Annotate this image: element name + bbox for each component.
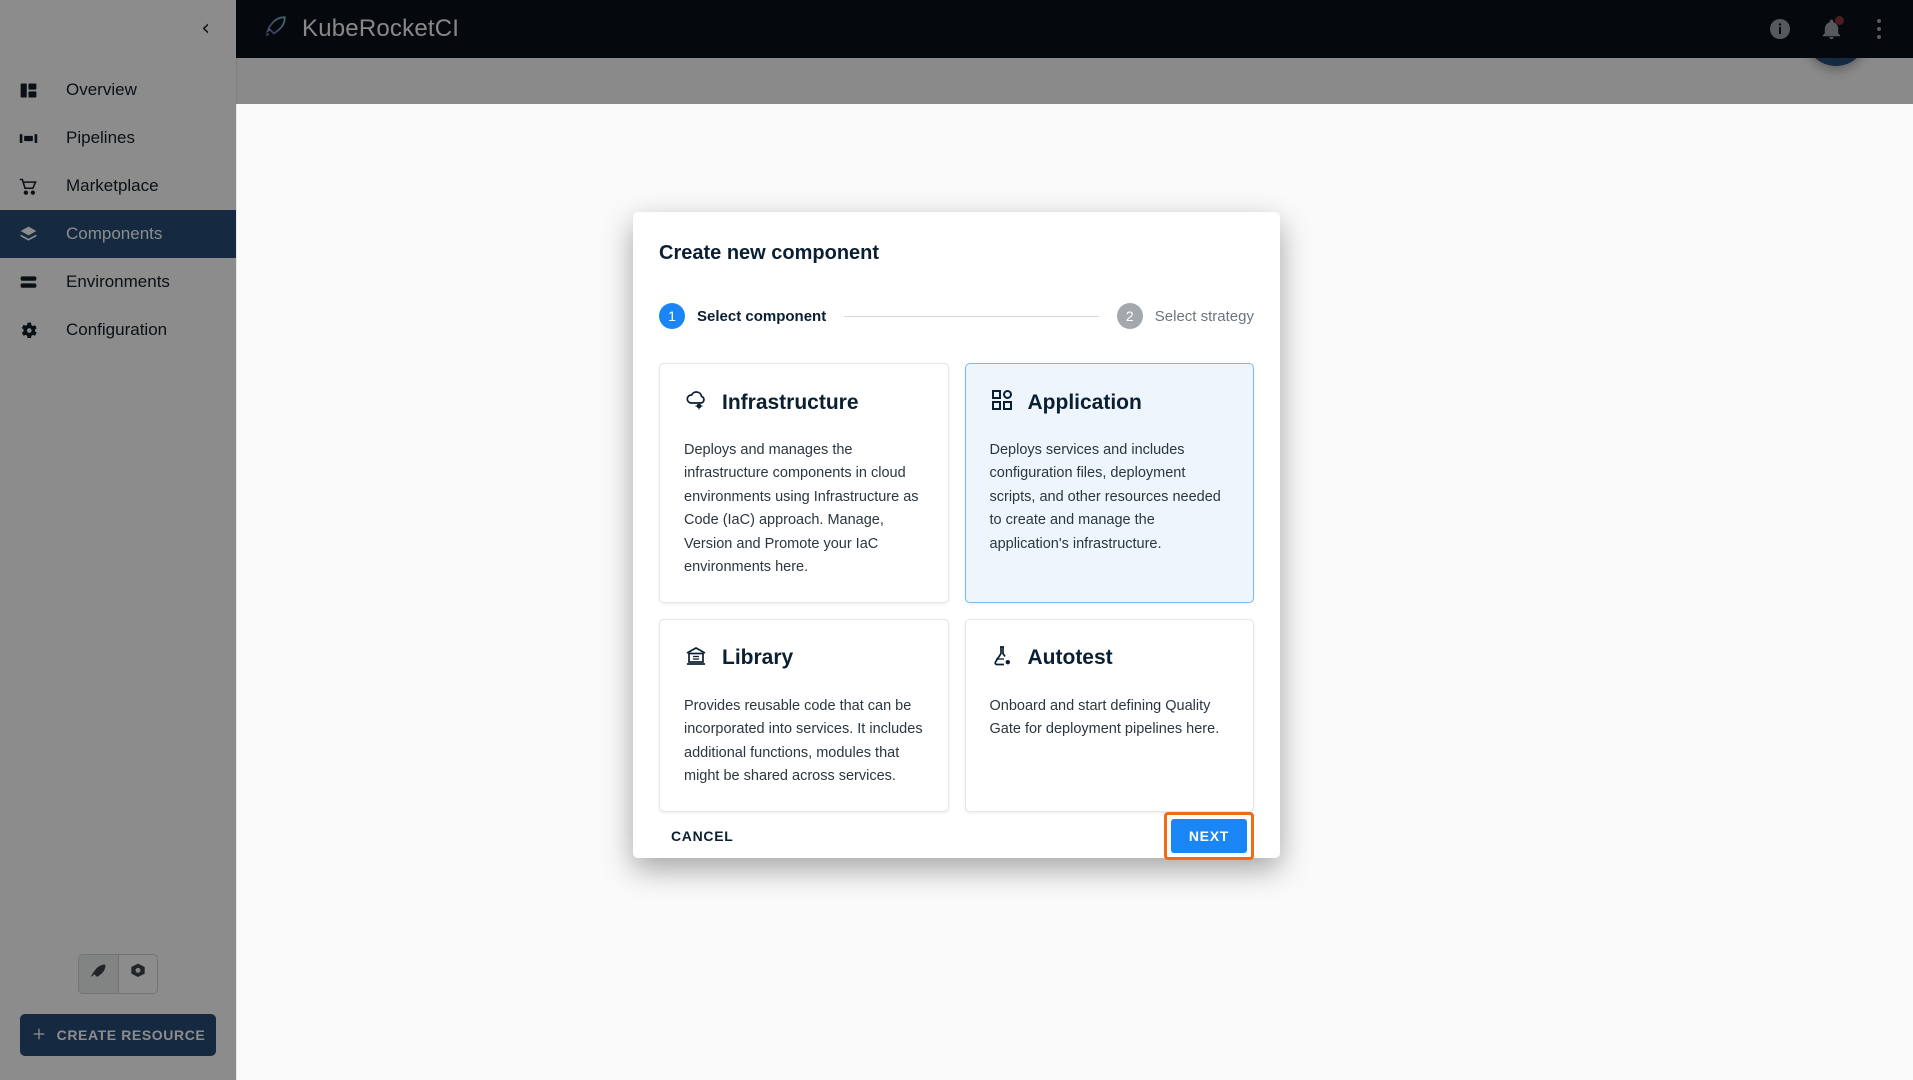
component-type-cards: Infrastructure Deploys and manages the i…	[659, 363, 1254, 812]
card-header: Application	[990, 388, 1230, 417]
card-library[interactable]: Library Provides reusable code that can …	[659, 618, 949, 812]
card-application[interactable]: Application Deploys services and include…	[964, 363, 1254, 603]
card-title: Infrastructure	[722, 390, 859, 414]
step-number: 1	[659, 303, 685, 329]
card-header: Infrastructure	[684, 388, 924, 417]
step-label: Select component	[697, 307, 827, 325]
cloud-cog-icon	[684, 388, 708, 417]
card-title: Autotest	[1027, 646, 1113, 670]
cancel-button[interactable]: CANCEL	[659, 818, 746, 854]
next-button[interactable]: NEXT	[1170, 818, 1247, 853]
step-select-strategy[interactable]: 2 Select strategy	[1116, 303, 1254, 329]
step-label: Select strategy	[1154, 307, 1254, 325]
card-description: Onboard and start defining Quality Gate …	[989, 697, 1220, 738]
modal-stepper: 1 Select component 2 Select strategy	[659, 303, 1254, 329]
card-title: Library	[722, 646, 794, 670]
bank-icon	[684, 644, 708, 673]
card-title: Application	[1027, 390, 1142, 414]
modal-footer: CANCEL NEXT	[659, 811, 1254, 864]
step-connector	[844, 315, 1099, 317]
step-select-component[interactable]: 1 Select component	[659, 303, 826, 329]
card-description: Deploys and manages the infrastructure c…	[684, 442, 919, 576]
app-root: KubeRocketCI ‹ Overview Pipelines Market…	[0, 0, 1913, 1080]
grid-squares-icon	[990, 388, 1014, 417]
modal-title: Create new component	[659, 242, 880, 264]
card-infrastructure[interactable]: Infrastructure Deploys and manages the i…	[659, 363, 949, 603]
next-button-highlight: NEXT	[1163, 811, 1254, 860]
card-autotest[interactable]: Autotest Onboard and start defining Qual…	[964, 618, 1254, 812]
card-header: Autotest	[990, 644, 1230, 673]
card-header: Library	[684, 644, 924, 673]
create-component-modal: Create new component 1 Select component …	[633, 212, 1280, 860]
card-description: Provides reusable code that can be incor…	[684, 697, 923, 785]
step-number: 2	[1116, 303, 1143, 329]
flask-cog-icon	[990, 644, 1014, 673]
card-description: Deploys services and includes configurat…	[989, 442, 1221, 552]
